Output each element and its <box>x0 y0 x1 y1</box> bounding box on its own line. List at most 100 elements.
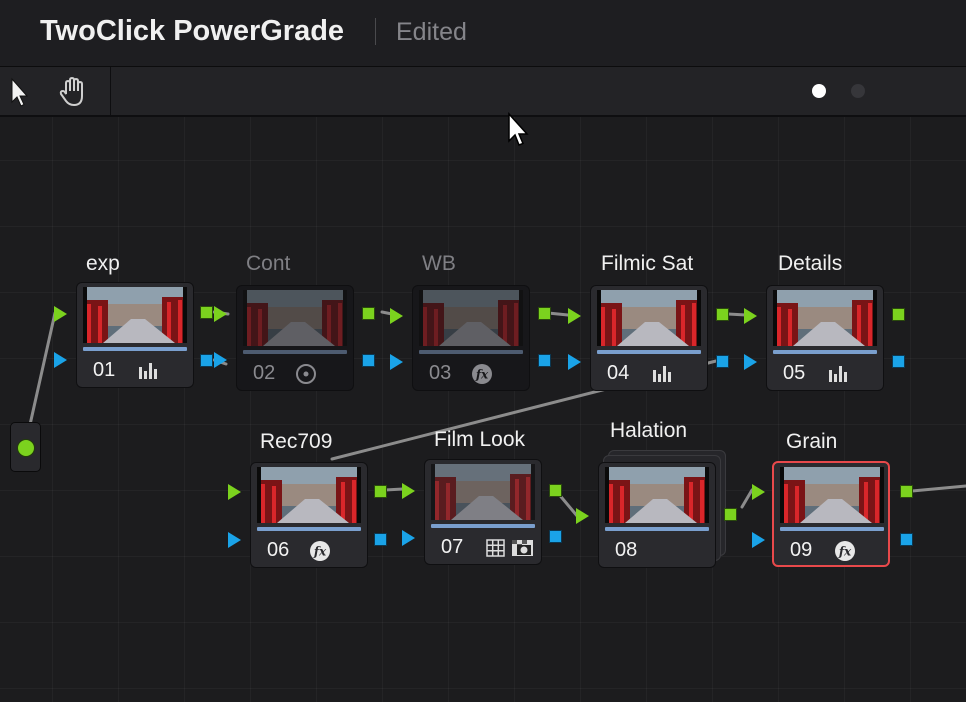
node-label-exp: exp <box>86 252 120 275</box>
node-number: 04 <box>607 362 630 384</box>
node-04-rgb-input[interactable] <box>568 308 581 324</box>
node-09[interactable]: 09 fx <box>772 461 890 567</box>
node-01-rgb-input[interactable] <box>54 306 67 322</box>
node-toolbar <box>0 67 966 117</box>
node-04-alpha-input[interactable] <box>568 354 581 370</box>
node-status-bar <box>431 524 535 528</box>
node-thumbnail <box>419 290 523 346</box>
node-06[interactable]: 06 fx <box>250 462 368 568</box>
node-07-rgb-input[interactable] <box>402 483 415 499</box>
node-05-rgb-output[interactable] <box>892 308 905 321</box>
node-03-alpha-output[interactable] <box>538 354 551 367</box>
node-number: 07 <box>441 536 464 558</box>
node-03-rgb-input[interactable] <box>390 308 403 324</box>
node-09-rgb-input[interactable] <box>752 484 765 500</box>
matte-icon <box>511 538 533 558</box>
title-separator <box>375 18 376 45</box>
node-status-bar <box>773 350 877 354</box>
node-05[interactable]: 05 <box>766 285 884 391</box>
node-03-alpha-input[interactable] <box>390 354 403 370</box>
fx-icon: fx <box>834 540 856 561</box>
node-status-bar <box>605 527 709 531</box>
node-label-grain: Grain <box>786 430 838 453</box>
node-06-rgb-input[interactable] <box>228 484 241 500</box>
node-02-alpha-input[interactable] <box>214 352 227 368</box>
source-input-port[interactable] <box>17 439 35 457</box>
node-number: 05 <box>783 362 806 384</box>
mouse-cursor-icon <box>506 112 532 150</box>
node-08[interactable]: 08 <box>598 462 716 568</box>
node-number: 03 <box>429 362 452 384</box>
node-07[interactable]: 07 <box>424 459 542 565</box>
node-05-alpha-output[interactable] <box>892 355 905 368</box>
node-thumbnail <box>597 290 701 346</box>
node-01[interactable]: 01 <box>76 282 194 388</box>
node-02[interactable]: 02 <box>236 285 354 391</box>
node-graph-canvas[interactable]: exp 01 Cont 02 WB 03 fx Filmic Sat 04 De… <box>0 117 966 702</box>
node-thumbnail <box>605 467 709 523</box>
node-label-rec709: Rec709 <box>260 430 333 453</box>
node-04[interactable]: 04 <box>590 285 708 391</box>
svg-text:fx: fx <box>313 545 327 559</box>
page-dot-active[interactable] <box>812 84 826 98</box>
node-status-bar <box>243 350 347 354</box>
node-01-rgb-output[interactable] <box>200 306 213 319</box>
grid-icon <box>485 538 507 558</box>
node-06-rgb-output[interactable] <box>374 485 387 498</box>
node-08-rgb-output[interactable] <box>724 508 737 521</box>
svg-text:fx: fx <box>475 368 489 382</box>
node-05-rgb-input[interactable] <box>744 308 757 324</box>
pointer-tool-icon[interactable] <box>4 74 40 110</box>
node-06-alpha-output[interactable] <box>374 533 387 546</box>
node-03[interactable]: 03 fx <box>412 285 530 391</box>
node-status-bar <box>83 347 187 351</box>
powergrade-title: TwoClick PowerGrade <box>40 15 345 47</box>
page-dot[interactable] <box>851 84 865 98</box>
edit-status: Edited <box>396 18 467 46</box>
toolbar-divider <box>110 67 111 115</box>
histogram-icon <box>827 364 849 384</box>
node-thumbnail <box>257 467 361 523</box>
node-01-alpha-output[interactable] <box>200 354 213 367</box>
node-label-filmic-sat: Filmic Sat <box>601 252 694 275</box>
node-04-rgb-output[interactable] <box>716 308 729 321</box>
hand-tool-icon[interactable] <box>56 74 92 110</box>
node-status-bar <box>597 350 701 354</box>
node-02-alpha-output[interactable] <box>362 354 375 367</box>
node-05-alpha-input[interactable] <box>744 354 757 370</box>
node-label-halation: Halation <box>610 419 688 442</box>
fx-icon: fx <box>471 363 493 384</box>
node-09-alpha-input[interactable] <box>752 532 765 548</box>
node-09-alpha-output[interactable] <box>900 533 913 546</box>
title-bar: TwoClick PowerGrade Edited <box>0 0 966 67</box>
node-01-alpha-input[interactable] <box>54 352 67 368</box>
histogram-icon <box>137 361 159 381</box>
fx-icon: fx <box>309 540 331 561</box>
node-status-bar <box>257 527 361 531</box>
node-thumbnail <box>780 467 884 523</box>
histogram-icon <box>651 364 673 384</box>
svg-text:fx: fx <box>838 545 852 559</box>
node-thumbnail <box>83 287 187 343</box>
node-number: 02 <box>253 362 276 384</box>
node-06-alpha-input[interactable] <box>228 532 241 548</box>
node-thumbnail <box>243 290 347 346</box>
node-status-bar <box>780 527 884 531</box>
node-07-alpha-output[interactable] <box>549 530 562 543</box>
node-03-rgb-output[interactable] <box>538 307 551 320</box>
node-status-bar <box>419 350 523 354</box>
node-07-rgb-output[interactable] <box>549 484 562 497</box>
node-02-rgb-input[interactable] <box>214 306 227 322</box>
node-04-alpha-output[interactable] <box>716 355 729 368</box>
node-label-details: Details <box>778 252 843 275</box>
node-thumbnail <box>431 464 535 520</box>
node-02-rgb-output[interactable] <box>362 307 375 320</box>
node-number: 01 <box>93 359 116 381</box>
node-07-alpha-input[interactable] <box>402 530 415 546</box>
node-number: 08 <box>615 539 638 561</box>
source-input[interactable] <box>10 422 41 472</box>
node-number: 06 <box>267 539 290 561</box>
node-08-rgb-input[interactable] <box>576 508 589 524</box>
node-label-cont: Cont <box>246 252 291 275</box>
node-09-rgb-output[interactable] <box>900 485 913 498</box>
